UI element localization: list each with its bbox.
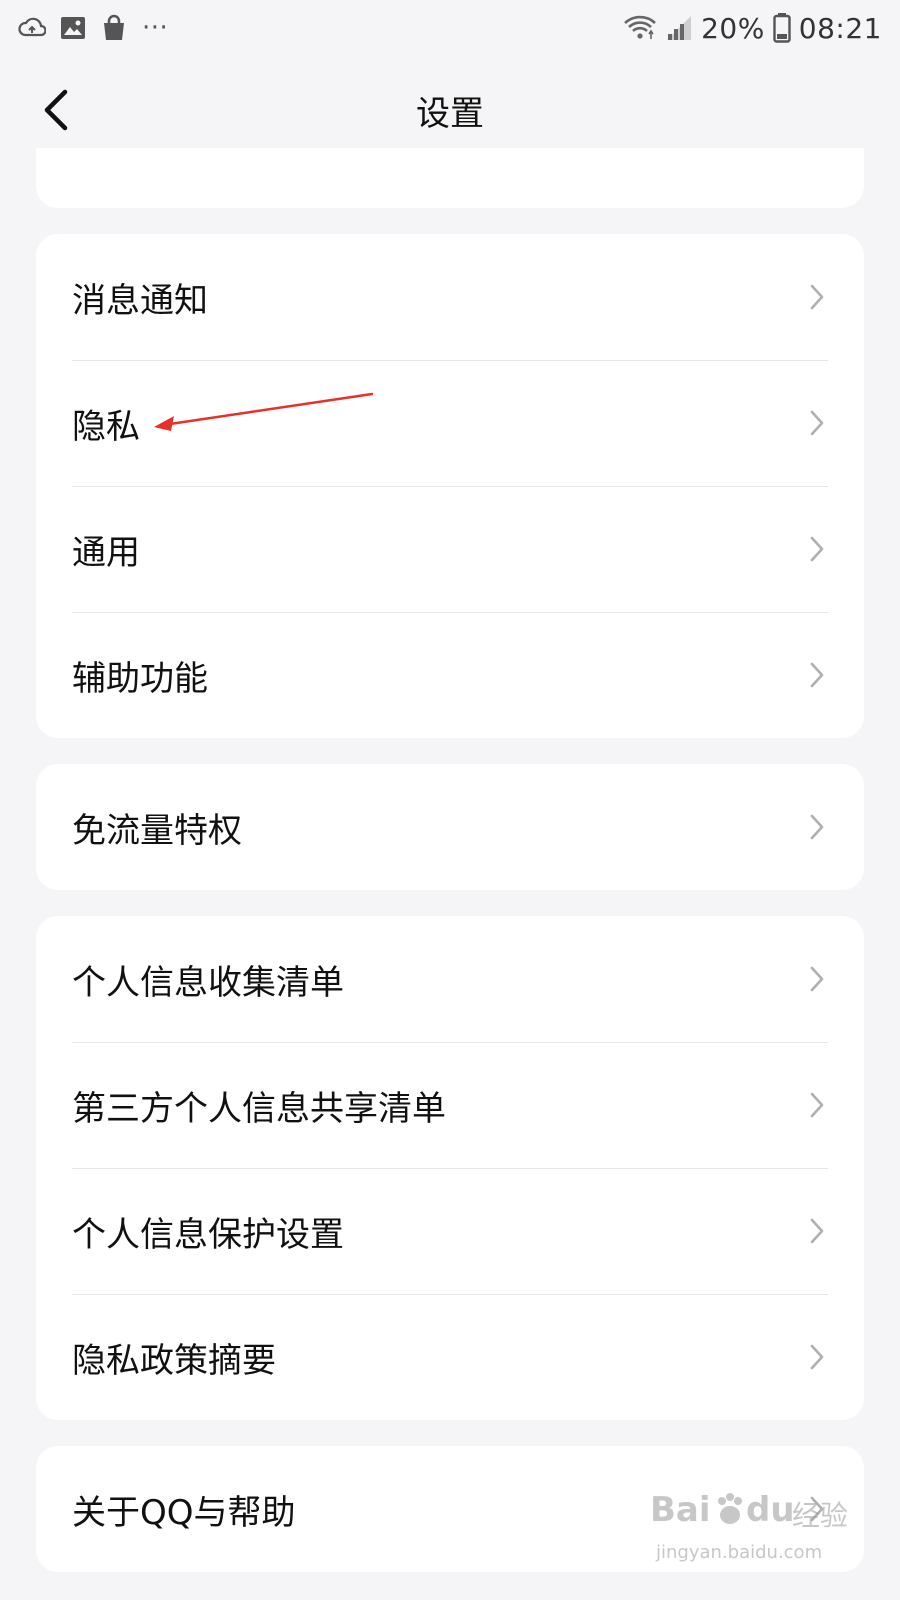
settings-item-free-data[interactable]: 免流量特权 — [36, 764, 864, 890]
settings-group-partial — [36, 148, 864, 208]
settings-group-personal-info: 个人信息收集清单 第三方个人信息共享清单 个人信息保护设置 隐私政策摘要 — [36, 916, 864, 1420]
settings-item-info-collection-list[interactable]: 个人信息收集清单 — [36, 916, 864, 1042]
gallery-icon — [60, 16, 86, 40]
settings-item-label: 个人信息保护设置 — [72, 1214, 344, 1255]
chevron-right-icon — [806, 1492, 828, 1526]
chevron-right-icon — [806, 962, 828, 996]
cloud-sync-icon — [18, 16, 46, 40]
more-indicator: ··· — [142, 13, 169, 43]
settings-group-data-privilege: 免流量特权 — [36, 764, 864, 890]
settings-item-privacy-policy-summary[interactable]: 隐私政策摘要 — [36, 1294, 864, 1420]
settings-item-label: 免流量特权 — [72, 810, 242, 851]
chevron-right-icon — [806, 532, 828, 566]
signal-icon — [665, 14, 693, 42]
status-right: 20% 08:21 — [623, 12, 882, 45]
settings-group-about: 关于QQ与帮助 — [36, 1446, 864, 1572]
battery-percent: 20% — [701, 11, 765, 45]
settings-group-main: 消息通知 隐私 通用 辅助功能 — [36, 234, 864, 738]
chevron-right-icon — [806, 280, 828, 314]
status-left: ··· — [18, 13, 168, 43]
settings-item-third-party-sharing-list[interactable]: 第三方个人信息共享清单 — [36, 1042, 864, 1168]
settings-item-label: 辅助功能 — [72, 658, 208, 699]
settings-item-label: 消息通知 — [72, 280, 208, 321]
settings-item-label: 第三方个人信息共享清单 — [72, 1088, 446, 1129]
chevron-right-icon — [806, 406, 828, 440]
settings-item-label: 关于QQ与帮助 — [72, 1492, 296, 1533]
chevron-right-icon — [806, 658, 828, 692]
header: 设置 — [0, 60, 900, 160]
settings-item-label: 隐私 — [72, 406, 140, 447]
settings-item-label: 个人信息收集清单 — [72, 962, 344, 1003]
status-bar: ··· 20% 08:21 — [0, 0, 900, 56]
settings-item-about-help[interactable]: 关于QQ与帮助 — [36, 1446, 864, 1572]
battery-icon — [773, 13, 791, 43]
chevron-right-icon — [806, 810, 828, 844]
settings-item-label: 通用 — [72, 532, 140, 573]
settings-item-privacy[interactable]: 隐私 — [36, 360, 864, 486]
wifi-icon — [623, 14, 657, 42]
clock: 08:21 — [798, 11, 882, 45]
shopping-bag-icon — [100, 14, 128, 42]
settings-item-label: 隐私政策摘要 — [72, 1340, 276, 1381]
page-title: 设置 — [416, 94, 484, 134]
settings-item-accessibility[interactable]: 辅助功能 — [36, 612, 864, 738]
chevron-right-icon — [806, 1088, 828, 1122]
chevron-right-icon — [806, 1340, 828, 1374]
settings-item-notifications[interactable]: 消息通知 — [36, 234, 864, 360]
settings-item-general[interactable]: 通用 — [36, 486, 864, 612]
chevron-right-icon — [806, 1214, 828, 1248]
settings-item-info-protection[interactable]: 个人信息保护设置 — [36, 1168, 864, 1294]
